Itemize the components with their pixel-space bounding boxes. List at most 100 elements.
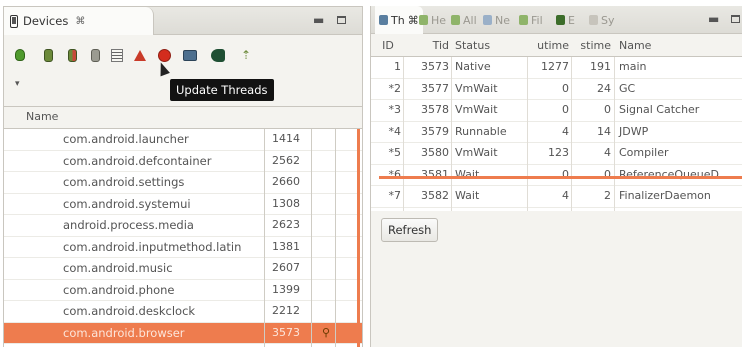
devices-tab[interactable]: Devices ⌘ [4, 7, 154, 35]
debug-icon[interactable] [12, 47, 28, 63]
process-name: com.android.defcontainer [63, 153, 212, 168]
thread-tid: 3577 [421, 81, 449, 95]
device-process-row[interactable]: android.process.media 2623 [4, 215, 362, 237]
tab-fil[interactable]: Fil [519, 6, 543, 34]
tab-label: Th [391, 13, 405, 27]
device-process-row[interactable]: com.android.phone 1399 [4, 280, 362, 301]
thread-tid: 3578 [421, 103, 449, 116]
devices-table: Name com.android.launcher 1414 com.android… [4, 106, 362, 347]
tab-th[interactable]: Th ⌘ [375, 6, 423, 34]
column-header-status[interactable]: Status [455, 39, 525, 52]
thread-name: FinalizerDaemon [619, 189, 711, 202]
thread-stime: 2 [604, 189, 611, 202]
process-name: com.android.inputmethod.latin [63, 239, 242, 254]
threads-tab-icon [379, 15, 388, 25]
device-process-row[interactable]: com.android.settings 2660 [4, 172, 362, 194]
column-divider [335, 129, 336, 347]
thread-stime: 4 [604, 146, 611, 159]
threads-table: ID Tid Status utime stime Name 1 3573 Native 127… [371, 35, 742, 211]
column-divider [451, 57, 452, 211]
tab-ne[interactable]: Ne [483, 6, 510, 34]
thread-name: JDWP [619, 124, 649, 138]
tab-label: All [463, 13, 477, 27]
thread-row[interactable]: *5 3580 VmWait 123 4 Compiler [371, 143, 742, 165]
process-name: com.android.systemui [63, 196, 191, 211]
maximize-icon[interactable] [337, 13, 346, 27]
thread-name: GC [619, 81, 636, 95]
minimize-icon[interactable]: ▬ [313, 13, 324, 27]
thread-utime: 0 [562, 81, 569, 95]
device-process-row[interactable]: com.android.deskclock 2212 [4, 301, 362, 323]
thread-status: Native [455, 60, 491, 73]
device-process-row-selected[interactable]: com.android.browser 3573 ⚲ [4, 322, 362, 344]
thread-tid: 3582 [421, 189, 449, 202]
tab-all[interactable]: All [451, 6, 477, 34]
chevron-down-icon[interactable]: ▾ [15, 79, 20, 89]
column-divider [264, 129, 265, 347]
cause-gc-icon[interactable] [87, 47, 103, 63]
column-header-stime[interactable]: stime [573, 39, 611, 52]
tab-label: Fil [531, 13, 543, 27]
tab-he[interactable]: He [419, 6, 446, 34]
process-pid: 1399 [272, 282, 300, 296]
column-header-tid[interactable]: Tid [407, 39, 449, 52]
horizontal-scrollbar[interactable] [379, 176, 742, 179]
systrace-icon[interactable]: ⇡ [238, 47, 254, 63]
column-divider [614, 57, 615, 211]
thread-tid: 3580 [421, 146, 449, 159]
thread-row[interactable]: *7 3582 Wait 4 2 FinalizerDaemon [371, 186, 742, 208]
thread-id: *5 [388, 146, 402, 159]
process-name: com.android.launcher [63, 132, 189, 146]
device-process-row[interactable]: com.android.systemui 1308 [4, 194, 362, 215]
device-process-row[interactable]: com.android.inputmethod.latin 1381 [4, 237, 362, 258]
process-pid: 2623 [272, 218, 300, 231]
column-header-name[interactable]: Name [619, 39, 742, 52]
thread-row[interactable]: *3 3578 VmWait 0 0 Signal Catcher [371, 100, 742, 122]
devices-table-header: Name [4, 107, 362, 129]
thread-row[interactable]: *2 3577 VmWait 0 24 GC [371, 79, 742, 100]
maximize-icon[interactable] [731, 12, 740, 26]
thread-status: VmWait [455, 103, 498, 116]
dump-view-hierarchy-icon[interactable] [210, 47, 226, 63]
process-name: com.android.settings [63, 175, 185, 189]
thread-row[interactable]: *4 3579 Runnable 4 14 JDWP [371, 122, 742, 143]
thread-id: *3 [388, 103, 402, 116]
device-process-row[interactable]: com.android.music 2607 [4, 258, 362, 280]
update-threads-icon[interactable] [109, 47, 125, 63]
tab-label: E [568, 13, 575, 27]
thread-tid: 3573 [421, 60, 449, 73]
minimize-icon[interactable]: ▬ [708, 12, 719, 26]
column-header-id[interactable]: ID [375, 39, 401, 52]
process-pid: 1414 [272, 132, 300, 145]
process-pid: 1308 [272, 196, 300, 210]
thread-id: *7 [388, 189, 402, 202]
devices-tabbar: Devices ⌘ ▬ [4, 7, 362, 35]
column-header-name[interactable]: Name [26, 110, 58, 123]
process-pid: 3573 [272, 325, 300, 339]
process-name: android.process.media [63, 218, 194, 232]
update-heap-icon[interactable] [40, 47, 56, 63]
dump-hprof-icon[interactable] [64, 47, 80, 63]
network-tab-icon [483, 15, 492, 25]
thread-name: main [619, 60, 647, 73]
column-divider [571, 57, 572, 211]
tab-e[interactable]: E [556, 6, 575, 34]
device-process-row[interactable]: com.android.defcontainer 2562 [4, 151, 362, 172]
start-method-profiling-icon[interactable] [132, 47, 148, 63]
process-name: com.android.phone [63, 282, 175, 297]
process-pid: 2562 [272, 153, 300, 167]
device-process-row[interactable]: com.android.launcher 1414 [4, 129, 362, 151]
refresh-button[interactable]: Refresh [381, 218, 439, 242]
screen-capture-icon[interactable] [182, 47, 198, 63]
thread-row[interactable]: 1 3573 Native 1277 191 main [371, 57, 742, 79]
process-name: com.android.deskclock [63, 304, 196, 318]
tab-close-icon[interactable]: ⌘ [75, 16, 85, 27]
tab-label: Sy [601, 13, 615, 27]
process-name: com.android.browser [63, 325, 185, 340]
tab-sy[interactable]: Sy [589, 6, 615, 34]
column-header-utime[interactable]: utime [531, 39, 569, 52]
thread-status: Runnable [455, 124, 507, 138]
thread-id: 1 [394, 60, 401, 73]
file-explorer-tab-icon [519, 15, 528, 25]
tab-close-icon[interactable]: ⌘ [408, 14, 419, 27]
